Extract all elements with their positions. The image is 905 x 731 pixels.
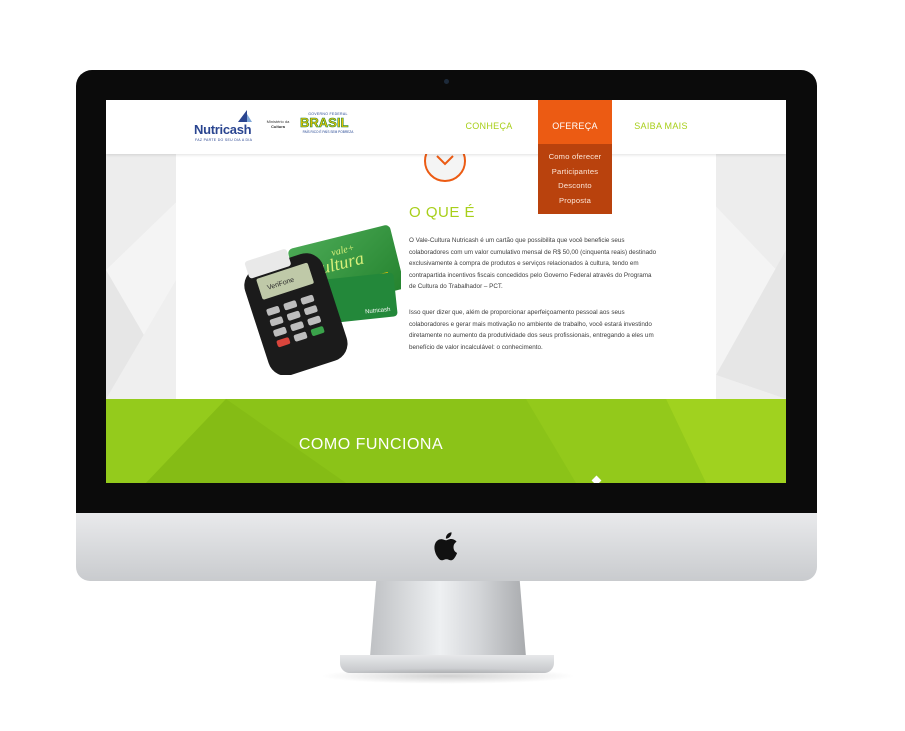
governo-slogan: PAÍS RICO É PAÍS SEM POBREZA [302,130,354,134]
site-header: Nutricash FAZ PARTE DO SEU DIA A DIA Min… [106,100,786,154]
imac-stand-neck [370,581,526,657]
nav-conheca[interactable]: CONHEÇA [456,100,522,154]
governo-federal-logo: GOVERNO FEDERAL BRASIL PAÍS RICO É PAÍS … [300,112,356,136]
nutricash-mark-icon [238,110,252,122]
ministerio-line2: Cultura [271,124,285,129]
chevron-down-icon [436,155,454,166]
dropdown-item-proposta[interactable]: Proposta [538,194,612,209]
ofereca-dropdown: Como oferecer Participantes Desconto Pro… [538,144,612,214]
product-image: vale+ cultura Nutricash VeriFone [244,225,401,375]
dropdown-item-desconto[interactable]: Desconto [538,179,612,194]
ministerio-logo: Ministério da Cultura [264,119,292,129]
nutricash-tagline: FAZ PARTE DO SEU DIA A DIA [195,138,253,142]
como-funciona-title: COMO FUNCIONA [298,436,444,453]
section-paragraph-2: Isso quer dizer que, além de proporciona… [409,309,654,351]
section-title: O QUE É [409,204,476,221]
como-funciona-band: COMO FUNCIONA [106,399,786,483]
stand-shadow [320,668,576,684]
dropdown-item-como-oferecer[interactable]: Como oferecer [538,150,612,165]
dropdown-item-participantes[interactable]: Participantes [538,165,612,180]
nutricash-name: Nutricash [194,122,252,137]
nav-saiba-mais[interactable]: SAIBA MAIS [626,100,696,154]
apple-logo-icon [434,532,458,561]
nutricash-logo[interactable]: Nutricash FAZ PARTE DO SEU DIA A DIA [194,110,256,142]
brasil-word-text: BRASIL [300,115,349,130]
screen: Nutricash FAZ PARTE DO SEU DIA A DIA Min… [106,100,786,483]
section-paragraph-1: O Vale-Cultura Nutricash é um cartão que… [409,237,657,291]
webcam-icon [444,79,449,84]
brasil-word: BRASIL [300,115,356,130]
